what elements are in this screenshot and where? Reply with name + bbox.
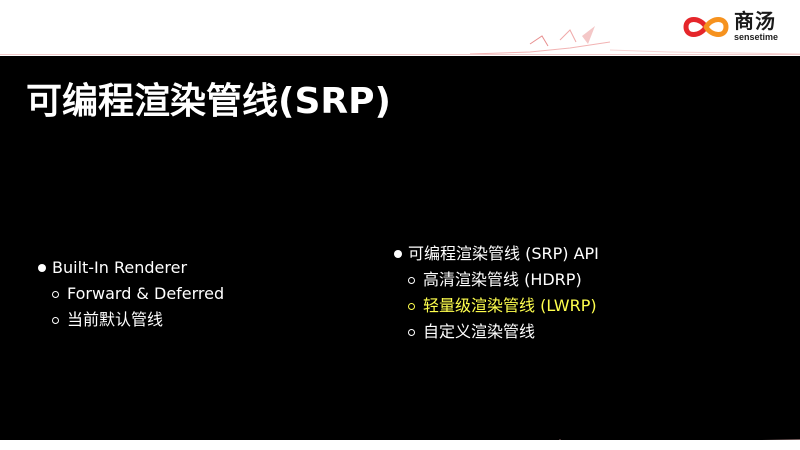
hollow-bullet-icon (408, 302, 415, 310)
hollow-bullet-icon (52, 290, 59, 298)
list-heading: Built-In Renderer (38, 255, 224, 281)
logo-english-name: sensetime (733, 32, 778, 42)
srp-api-list: 可编程渲染管线 (SRP) API 高清渲染管线 (HDRP) 轻量级渲染管线 … (394, 241, 599, 345)
list-item: Forward & Deferred (38, 281, 224, 307)
sensetime-logo: 商汤 sensetime (682, 11, 778, 42)
header-divider (0, 54, 800, 55)
list-heading: 可编程渲染管线 (SRP) API (394, 241, 599, 267)
slide: 商汤 sensetime 可编程渲染管线(SRP) Built-In Rende… (0, 0, 800, 450)
header-band: 商汤 sensetime (0, 0, 800, 56)
list-item: 当前默认管线 (38, 307, 224, 333)
list-item: 自定义渲染管线 (394, 319, 599, 345)
bullet-icon (38, 264, 46, 272)
list-heading-text: Built-In Renderer (52, 258, 188, 277)
hollow-bullet-icon (408, 276, 415, 284)
logo-chinese-name: 商汤 (733, 9, 776, 33)
slide-content: 可编程渲染管线(SRP) Built-In Renderer Forward &… (0, 56, 800, 440)
hollow-bullet-icon (52, 316, 59, 324)
list-item-highlighted: 轻量级渲染管线 (LWRP) (394, 293, 599, 319)
list-item-text: 轻量级渲染管线 (LWRP) (423, 296, 597, 315)
list-item: 高清渲染管线 (HDRP) (394, 267, 599, 293)
footer-band (0, 440, 800, 450)
list-item-text: 高清渲染管线 (HDRP) (423, 270, 582, 289)
list-heading-text: 可编程渲染管线 (SRP) API (408, 244, 599, 263)
list-item-text: 自定义渲染管线 (423, 322, 536, 341)
list-item-text: 当前默认管线 (67, 310, 164, 329)
hollow-bullet-icon (408, 328, 415, 336)
infinity-logo-icon (683, 16, 729, 37)
list-item-text: Forward & Deferred (67, 284, 225, 303)
slide-title: 可编程渲染管线(SRP) (26, 81, 391, 122)
built-in-renderer-list: Built-In Renderer Forward & Deferred 当前默… (38, 255, 224, 333)
bullet-icon (394, 250, 402, 258)
